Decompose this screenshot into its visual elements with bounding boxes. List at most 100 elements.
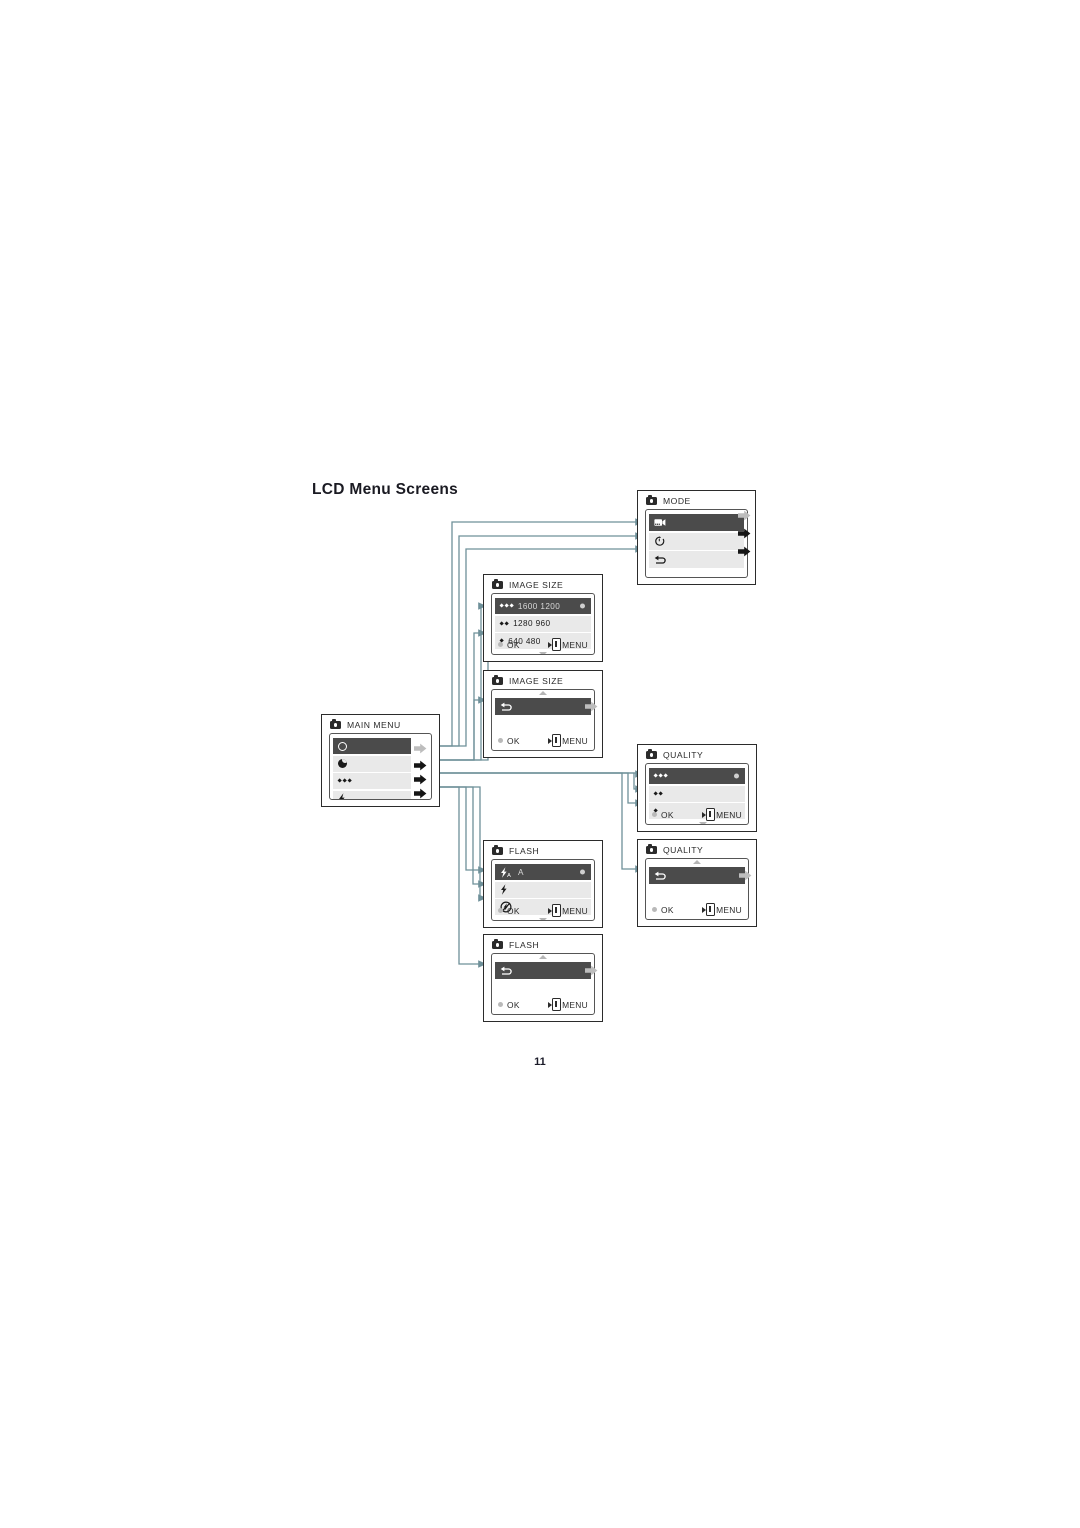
back-row-go-arrow[interactable] [585,699,598,712]
connector-diagram [437,518,644,968]
panel-header: QUALITY [646,843,704,855]
scroll-down-caret[interactable] [539,652,547,654]
mode-row1-go-arrow[interactable] [738,508,751,521]
return-arrow-icon [500,966,512,976]
ok-dot-icon [498,1002,503,1007]
panel-flash-back: FLASH OK MENU [483,934,603,1022]
camera-icon [492,844,503,855]
menu-button-icon [552,734,562,747]
ok-indicator[interactable]: OK [498,1000,520,1010]
back-row-go-arrow[interactable] [585,963,598,976]
menu-label: MENU [562,999,588,1010]
mode-row2-go-arrow[interactable] [738,526,751,539]
lcd-footer: OK MENU [498,734,588,747]
menu-label: MENU [562,735,588,746]
panel-quality: QUALITY OK MENU [637,744,757,832]
mode-row3-go-arrow[interactable] [738,544,751,557]
panel-image-size-back: IMAGE SIZE OK MENU [483,670,603,758]
ok-label: OK [661,809,674,820]
lcd-screen [645,509,748,578]
lcd-footer: OK MENU [498,998,588,1011]
ok-dot-icon [652,812,657,817]
main-row4-go-arrow[interactable] [414,786,427,799]
svg-text:A: A [507,873,511,878]
return-arrow-icon [654,555,666,565]
menu-label: MENU [562,905,588,916]
ok-indicator[interactable]: OK [498,640,520,650]
menu-button-icon [706,808,716,821]
ok-indicator[interactable]: OK [498,736,520,746]
menu-row-image-size[interactable] [333,773,411,789]
panel-header: IMAGE SIZE [492,578,563,590]
menu-row-quality[interactable] [333,755,411,772]
menu-row-flash-auto[interactable]: A A [495,864,591,880]
menu-row-mode[interactable] [333,738,411,754]
row-label: A [518,867,524,877]
menu-indicator[interactable]: MENU [702,808,742,821]
scroll-up-caret[interactable] [693,860,701,864]
menu-row-return[interactable] [495,698,591,715]
menu-indicator[interactable]: MENU [548,734,588,747]
menu-indicator[interactable]: MENU [548,904,588,917]
three-diamonds-icon [337,778,352,784]
panel-header: MODE [646,494,691,506]
menu-button-icon [706,903,716,916]
ok-indicator[interactable]: OK [652,810,674,820]
menu-row-return[interactable] [495,962,591,979]
selected-bullet [580,603,585,609]
scroll-up-caret[interactable] [539,955,547,959]
selected-bullet [580,869,585,875]
back-row-go-arrow[interactable] [739,868,752,881]
menu-row-quality-normal[interactable] [649,785,745,802]
panel-title: QUALITY [663,750,704,760]
lcd-footer: OK MENU [498,638,588,651]
panel-quality-back: QUALITY OK MENU [637,839,757,927]
panel-header: FLASH [492,844,539,856]
menu-row-return[interactable] [649,551,744,568]
return-arrow-icon [500,702,512,712]
half-circle-icon [338,759,347,768]
panel-title: QUALITY [663,845,704,855]
menu-row-return[interactable] [649,867,745,884]
menu-row-movie-mode[interactable] [649,514,744,531]
self-timer-icon [654,535,665,547]
lcd-screen: 1600 1200 1280 960 640 480 OK MENU [491,593,595,655]
scroll-down-caret[interactable] [539,918,547,920]
menu-row-self-timer[interactable] [649,532,744,550]
menu-row-flash[interactable] [333,790,411,799]
menu-button-icon [552,998,562,1011]
scroll-down-caret[interactable] [699,822,708,824]
menu-row-quality-fine[interactable] [649,768,745,784]
lcd-screen: OK MENU [491,689,595,751]
ok-indicator[interactable]: OK [498,906,520,916]
menu-indicator[interactable]: MENU [548,638,588,651]
main-row3-go-arrow[interactable] [414,772,427,785]
lcd-screen: OK MENU [491,953,595,1015]
menu-label: MENU [562,639,588,650]
main-row2-go-arrow[interactable] [414,758,427,771]
ok-indicator[interactable]: OK [652,905,674,915]
lcd-footer: OK MENU [652,808,742,821]
scroll-up-caret[interactable] [539,691,547,695]
row-label: 1280 960 [513,619,551,628]
menu-indicator[interactable]: MENU [702,903,742,916]
lcd-screen: OK MENU [645,763,749,825]
menu-button-icon [552,904,562,917]
page-canvas: LCD Menu Screens MODE IMAGE SIZE 1600 12… [0,0,1080,1528]
panel-mode: MODE [637,490,756,585]
menu-indicator[interactable]: MENU [548,998,588,1011]
flash-auto-icon: A [500,866,513,878]
panel-image-size: IMAGE SIZE 1600 1200 1280 960 640 480 OK… [483,574,603,662]
camera-icon [646,494,657,505]
menu-row-size-1600[interactable]: 1600 1200 [495,598,591,614]
three-diamonds-icon [499,603,514,609]
menu-label: MENU [716,904,742,915]
ok-dot-icon [498,642,503,647]
panel-title: FLASH [509,940,540,950]
menu-row-flash-on[interactable] [495,881,591,898]
menu-row-size-1280[interactable]: 1280 960 [495,615,591,632]
three-diamonds-icon [653,773,668,779]
main-row1-go-arrow[interactable] [414,741,427,754]
ok-label: OK [507,905,520,916]
panel-flash: FLASH A A OK MENU [483,840,603,928]
